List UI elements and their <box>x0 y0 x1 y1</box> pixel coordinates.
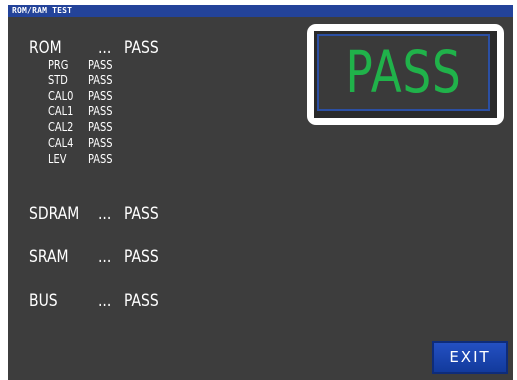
rom-item-cal0: CAL0 PASS <box>8 89 148 104</box>
rom-item-name: CAL4 <box>48 136 74 150</box>
overall-result-border: PASS <box>317 34 490 111</box>
rom-item-cal2: CAL2 PASS <box>8 120 148 135</box>
sdram-label: SDRAM <box>29 204 80 224</box>
rom-item-std: STD PASS <box>8 73 148 88</box>
rom-item-result: PASS <box>88 136 113 150</box>
rom-item-name: CAL0 <box>48 89 74 103</box>
sram-label: SRAM <box>29 247 69 267</box>
window-title: ROM/RAM TEST <box>8 5 513 17</box>
overall-result-text: PASS <box>345 38 462 106</box>
sram-dots: ... <box>98 247 112 267</box>
overall-result-panel: PASS <box>307 24 504 125</box>
rom-item-cal4: CAL4 PASS <box>8 136 148 151</box>
rom-item-name: LEV <box>48 152 67 166</box>
rom-item-result: PASS <box>88 120 113 134</box>
rom-item-name: STD <box>48 73 68 87</box>
rom-item-name: PRG <box>48 58 69 72</box>
rom-item-result: PASS <box>88 104 113 118</box>
rom-result: PASS <box>124 38 159 58</box>
rom-item-result: PASS <box>88 73 113 87</box>
rom-item-result: PASS <box>88 58 113 72</box>
sdram-dots: ... <box>98 204 112 224</box>
rom-item-prg: PRG PASS <box>8 58 148 73</box>
sram-result: PASS <box>124 247 159 267</box>
exit-button[interactable]: EXIT <box>432 341 508 374</box>
rom-item-cal1: CAL1 PASS <box>8 104 148 119</box>
rom-item-lev: LEV PASS <box>8 152 148 167</box>
rom-item-name: CAL2 <box>48 120 74 134</box>
rom-item-result: PASS <box>88 89 113 103</box>
rom-item-result: PASS <box>88 152 113 166</box>
rom-item-name: CAL1 <box>48 104 74 118</box>
test-screen: ROM/RAM TEST ROM ... PASS PRG PASS STD P… <box>8 5 513 380</box>
bus-result: PASS <box>124 291 159 311</box>
rom-dots: ... <box>98 38 112 58</box>
rom-label: ROM <box>29 38 62 58</box>
sdram-result: PASS <box>124 204 159 224</box>
bus-dots: ... <box>98 291 112 311</box>
bus-label: BUS <box>29 291 58 311</box>
